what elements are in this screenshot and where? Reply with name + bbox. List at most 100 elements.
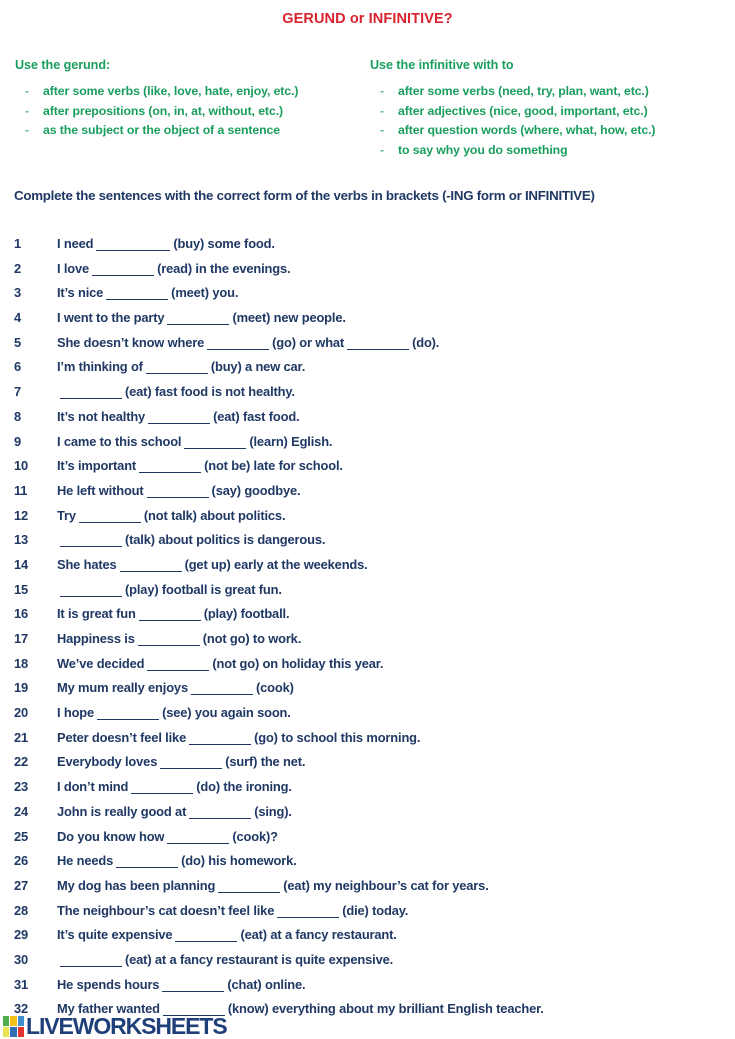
sentence-text: Try (57, 507, 76, 523)
dash-bullet-icon: - (380, 103, 384, 118)
exercise-number: 15 (14, 581, 29, 597)
answer-blank[interactable] (162, 980, 225, 992)
answer-blank[interactable] (60, 387, 122, 400)
sentence-text: (do). (412, 334, 440, 350)
sentence-text: (cook)? (232, 828, 278, 844)
answer-blank[interactable] (60, 955, 122, 967)
sentence-text: (die) today. (342, 902, 409, 918)
exercise-sentence: (eat) fast food is not healthy. (57, 380, 295, 405)
answer-blank[interactable] (106, 288, 169, 301)
exercise-number: 11 (14, 482, 28, 498)
answer-blank[interactable] (60, 585, 122, 597)
exercise-row: 23 I don’t mind (do) the ironing. (0, 775, 735, 800)
answer-blank[interactable] (138, 609, 201, 622)
exercise-sentence: It is great fun (play) football. (57, 602, 290, 627)
exercise-row: 26 He needs (do) his homework. (0, 849, 735, 874)
sentence-text: (not be) late for school. (204, 458, 343, 474)
answer-blank[interactable] (131, 782, 194, 795)
exercise-row: 6 I’m thinking of (buy) a new car. (0, 355, 735, 380)
exercise-sentence: He needs (do) his homework. (57, 849, 297, 874)
exercise-row: 5 She doesn’t know where (go) or what (do). (0, 331, 735, 356)
exercise-number: 18 (14, 655, 29, 671)
sentence-text: (not talk) about politics. (143, 507, 286, 523)
answer-blank[interactable] (119, 560, 182, 572)
answer-blank[interactable] (145, 362, 208, 375)
sentence-text: (read) in the evenings. (157, 260, 291, 276)
rule-text: to say why you do something (398, 142, 568, 157)
exercise-sentence: I’m thinking of (buy) a new car. (57, 355, 305, 380)
answer-blank[interactable] (137, 634, 200, 646)
logo-swatch (3, 1026, 10, 1037)
answer-blank[interactable] (189, 807, 252, 819)
rule-text: after some verbs (need, try, plan, want,… (398, 84, 649, 98)
exercise-sentence: (play) football is great fun. (57, 578, 282, 603)
exercise-row: 9 I came to this school (learn) Eglish. (0, 430, 735, 455)
sentence-text: (meet) you. (171, 285, 239, 301)
sentence-text: (eat) fast food. (213, 408, 300, 424)
exercise-row: 29 It’s quite expensive (eat) at a fancy r… (0, 923, 735, 948)
infinitive-rules-list: - after some verbs (need, try, plan, wan… (370, 82, 730, 160)
sentence-text: (know) everything about my brilliant Eng… (227, 1001, 544, 1017)
sentence-text: (go) to school this morning. (254, 729, 421, 745)
answer-blank[interactable] (167, 313, 230, 326)
sentence-text: (play) football is great fun. (125, 581, 282, 597)
logo-swatch (3, 1015, 10, 1026)
exercise-number: 6 (14, 359, 22, 375)
exercise-number: 8 (14, 408, 22, 424)
sentence-text: (talk) about politics is dangerous. (125, 532, 326, 548)
logo-swatch (17, 1015, 24, 1026)
answer-blank[interactable] (189, 733, 252, 745)
answer-blank[interactable] (277, 906, 340, 918)
exercise-number: 4 (14, 310, 22, 326)
exercise-sentence: I don’t mind (do) the ironing. (57, 775, 292, 800)
sentence-text: My dog has been planning (57, 877, 216, 893)
answer-blank[interactable] (60, 535, 122, 548)
exercise-row: 14 She hates (get up) early at the weekend… (0, 553, 735, 578)
answer-blank[interactable] (175, 930, 238, 943)
answer-blank[interactable] (207, 338, 270, 350)
exercise-list: 1 I need (buy) some food. 2 I love (read) in … (0, 232, 735, 1022)
sentence-text: Happiness is (57, 631, 135, 646)
answer-blank[interactable] (167, 832, 230, 844)
exercise-sentence: I went to the party (meet) new people. (57, 306, 346, 331)
sentence-text: (eat) at a fancy restaurant. (240, 927, 397, 943)
rule-text: after question words (where, what, how, … (398, 123, 656, 137)
exercise-number: 20 (14, 705, 29, 721)
sentence-text: I love (57, 260, 90, 276)
exercise-number: 7 (14, 384, 22, 400)
sentence-text: (do) the ironing. (196, 779, 292, 795)
exercise-sentence: He spends hours (chat) online. (57, 973, 306, 998)
sentence-text: (chat) online. (227, 976, 306, 992)
gerund-rules-list: - after some verbs (like, love, hate, en… (15, 82, 370, 141)
exercise-number: 21 (14, 729, 29, 745)
answer-blank[interactable] (92, 264, 155, 276)
exercise-row: 31 He spends hours (chat) online. (0, 973, 735, 998)
answer-blank[interactable] (116, 856, 179, 869)
answer-blank[interactable] (139, 461, 202, 474)
liveworksheets-logo: LIVEWORKSHEETS (3, 1013, 228, 1039)
exercise-sentence: I hope (see) you again soon. (57, 701, 291, 726)
answer-blank[interactable] (78, 511, 141, 523)
answer-blank[interactable] (190, 683, 253, 696)
sentence-text: (not go) to work. (202, 631, 302, 646)
answer-blank[interactable] (148, 412, 211, 424)
exercise-sentence: Do you know how (cook)? (57, 825, 278, 850)
answer-blank[interactable] (218, 881, 281, 893)
answer-blank[interactable] (97, 708, 160, 721)
sentence-text: She doesn’t know where (57, 334, 205, 350)
answer-blank[interactable] (347, 338, 410, 350)
exercise-number: 2 (14, 260, 22, 276)
sentence-text: It’s not healthy (57, 408, 146, 424)
answer-blank[interactable] (96, 239, 171, 251)
exercise-sentence: I came to this school (learn) Eglish. (57, 430, 333, 455)
sentence-text: (say) goodbye. (211, 482, 301, 498)
exercise-row: 24 John is really good at (sing). (0, 800, 735, 825)
sentence-text: (go) or what (272, 334, 345, 350)
sentence-text: I hope (57, 705, 95, 721)
answer-blank[interactable] (184, 437, 247, 449)
answer-blank[interactable] (147, 659, 210, 671)
sentence-text: It’s nice (57, 285, 104, 301)
exercise-row: 18 We’ve decided (not go) on holiday this … (0, 652, 735, 677)
answer-blank[interactable] (146, 486, 209, 498)
answer-blank[interactable] (160, 757, 223, 770)
